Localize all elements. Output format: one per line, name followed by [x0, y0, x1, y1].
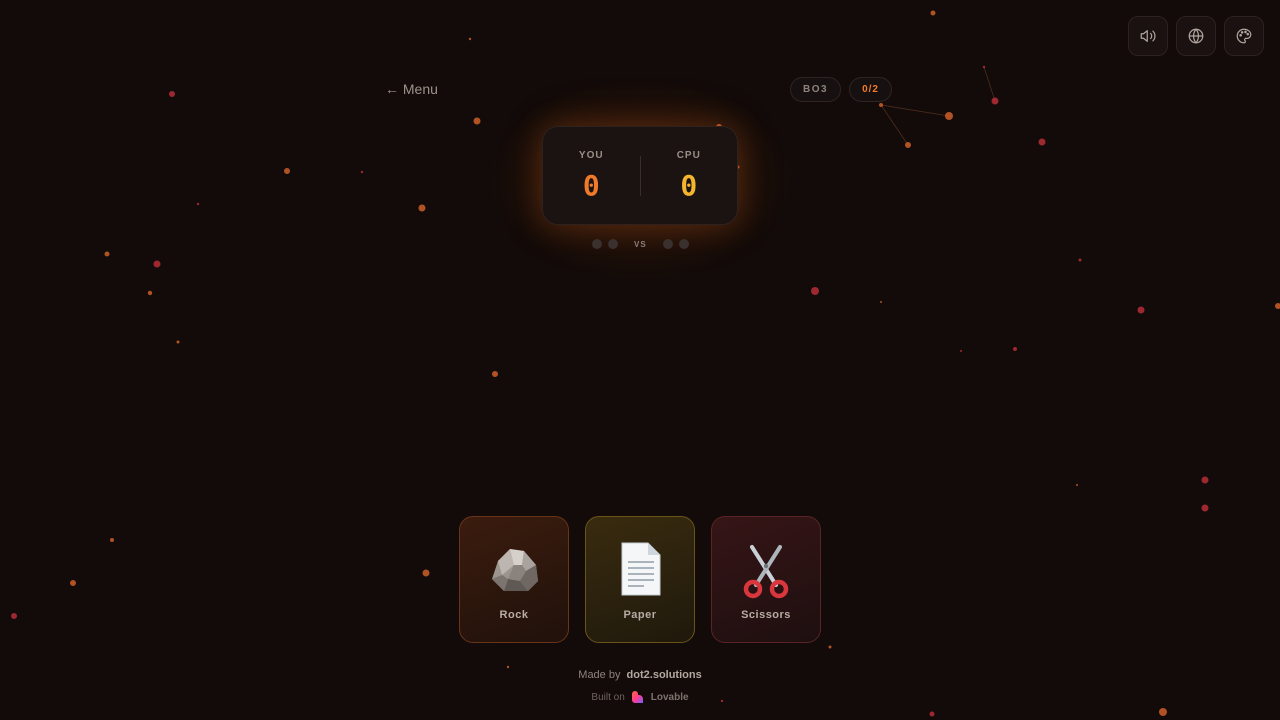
player-round-dot: [608, 239, 618, 249]
format-badge: BO3: [790, 77, 842, 102]
particle: [1201, 504, 1209, 512]
cpu-label: CPU: [676, 149, 701, 161]
round-indicator: VS: [592, 239, 695, 249]
lovable-logo-icon: [631, 691, 643, 703]
particle: [492, 371, 498, 377]
particle: [147, 290, 153, 296]
particle: [506, 665, 510, 669]
particle: [1275, 303, 1280, 309]
particle: [1078, 258, 1082, 262]
paper-button[interactable]: Paper: [585, 516, 695, 643]
player-score-value: 0: [582, 168, 600, 202]
cpu-round-dot: [678, 239, 689, 249]
particle: [929, 711, 935, 717]
paper-label: Paper: [623, 608, 657, 621]
particle: [1201, 476, 1209, 484]
cpu-round-dot: [662, 239, 673, 249]
particle: [1137, 306, 1145, 314]
scoreboard: YOU 0 CPU 0: [542, 126, 738, 225]
particle: [880, 301, 882, 303]
particle: [176, 340, 180, 344]
player-score: YOU 0: [543, 150, 640, 202]
made-by-credit: Made by dot2.solutions: [0, 669, 1280, 681]
made-by-prefix: Made by: [578, 669, 621, 681]
particle: [991, 97, 999, 105]
rock-label: Rock: [499, 608, 529, 621]
player-round-dot: [592, 239, 602, 249]
scissors-icon: [743, 544, 789, 598]
top-toolbar: [1128, 16, 1264, 56]
particle: [418, 204, 426, 212]
rock-icon: [492, 548, 538, 591]
particle-link: [880, 104, 950, 117]
particle: [828, 645, 832, 649]
rock-button[interactable]: Rock: [459, 516, 569, 643]
particle: [196, 202, 200, 206]
particle: [468, 37, 472, 41]
particle: [169, 91, 175, 97]
particle: [70, 580, 76, 586]
particle: [811, 287, 819, 295]
particle: [1038, 138, 1046, 146]
scissors-button[interactable]: Scissors: [711, 516, 821, 643]
particle: [945, 112, 953, 120]
paper-icon: [621, 542, 661, 595]
palette-icon: [1236, 28, 1252, 44]
menu-back-link[interactable]: ← Menu: [385, 81, 438, 97]
scissors-label: Scissors: [741, 608, 791, 621]
lovable-brand: Lovable: [650, 691, 689, 703]
particle: [905, 142, 911, 148]
built-on-credit[interactable]: Built on Lovable: [0, 690, 1280, 704]
particle-link: [880, 104, 909, 146]
theme-button[interactable]: [1224, 16, 1264, 56]
speaker-icon: [1140, 30, 1156, 42]
globe-icon: [1188, 28, 1204, 44]
match-badges: BO3 0/2: [790, 77, 892, 102]
particle: [153, 260, 161, 268]
particle: [930, 10, 936, 16]
built-on-prefix: Built on: [591, 691, 625, 703]
particle-link: [983, 66, 996, 102]
particle: [1013, 347, 1017, 351]
cpu-score-value: 0: [680, 168, 698, 202]
particle: [879, 103, 883, 107]
particle: [104, 251, 110, 257]
particle: [1076, 484, 1078, 486]
language-button[interactable]: [1176, 16, 1216, 56]
player-label: YOU: [578, 149, 604, 161]
particle: [110, 538, 114, 542]
vs-label: VS: [634, 239, 647, 249]
particle: [360, 170, 364, 174]
particle: [982, 65, 986, 69]
made-by-link[interactable]: dot2.solutions: [627, 669, 702, 681]
particle: [960, 350, 962, 352]
choice-cards: Rock Paper Scissors: [459, 516, 821, 643]
particle: [422, 569, 430, 577]
particle: [1159, 708, 1167, 716]
particle: [284, 168, 290, 174]
cpu-score: CPU 0: [641, 150, 738, 202]
sound-button[interactable]: [1128, 16, 1168, 56]
particle: [473, 117, 481, 125]
progress-badge: 0/2: [849, 77, 892, 102]
particle: [11, 613, 17, 619]
